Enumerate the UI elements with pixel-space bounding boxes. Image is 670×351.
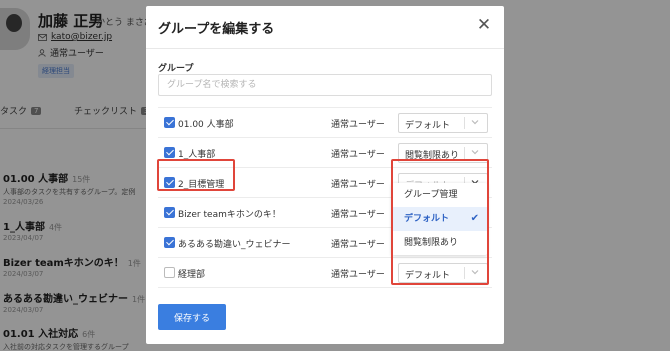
modal-divider bbox=[146, 48, 504, 49]
group-name: あるある勘違い_ウェビナー bbox=[178, 240, 291, 250]
group-section-label: グループ bbox=[158, 64, 194, 74]
group-checkbox[interactable] bbox=[164, 207, 175, 218]
select-separator bbox=[464, 117, 465, 129]
highlight-box-dropdown bbox=[391, 159, 489, 285]
group-name: Bizer teamキホンのキ！ bbox=[178, 210, 281, 220]
group-role: 通常ユーザー bbox=[331, 240, 385, 250]
chevron-down-icon bbox=[471, 150, 479, 155]
group-role: 通常ユーザー bbox=[331, 150, 385, 160]
permission-value: デフォルト bbox=[405, 121, 451, 131]
group-role: 通常ユーザー bbox=[331, 210, 385, 220]
save-button[interactable]: 保存する bbox=[158, 304, 226, 330]
group-search-input[interactable] bbox=[158, 74, 492, 96]
group-checkbox[interactable] bbox=[164, 237, 175, 248]
modal-title: グループを編集する bbox=[158, 22, 275, 37]
select-separator bbox=[464, 147, 465, 159]
group-name: 01.00 人事部 bbox=[178, 120, 234, 130]
group-checkbox[interactable] bbox=[164, 147, 175, 158]
group-role: 通常ユーザー bbox=[331, 270, 385, 280]
group-role: 通常ユーザー bbox=[331, 120, 385, 130]
chevron-down-icon bbox=[471, 120, 479, 125]
permission-select[interactable]: デフォルト bbox=[398, 113, 488, 133]
close-icon[interactable]: ✕ bbox=[476, 17, 492, 34]
group-row: 01.00 人事部 通常ユーザー デフォルト bbox=[158, 108, 492, 138]
group-role: 通常ユーザー bbox=[331, 180, 385, 190]
group-name: 経理部 bbox=[178, 270, 206, 280]
group-checkbox[interactable] bbox=[164, 267, 175, 278]
group-checkbox[interactable] bbox=[164, 117, 175, 128]
highlight-box-group-name bbox=[157, 159, 235, 191]
